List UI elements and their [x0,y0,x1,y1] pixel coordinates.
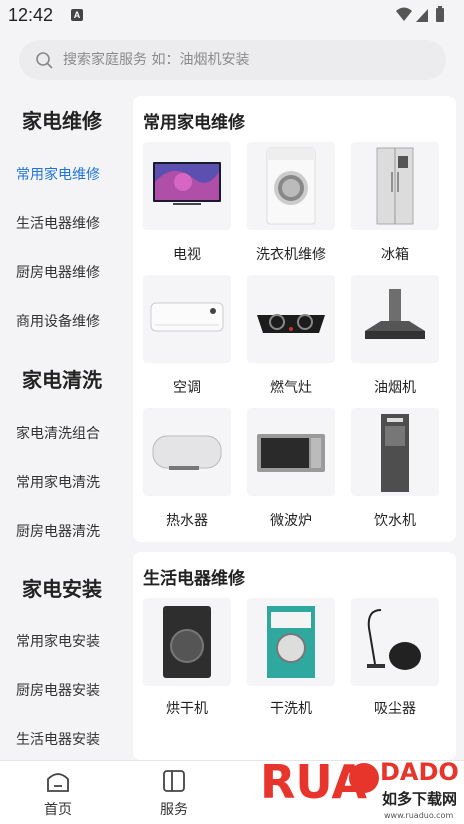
status-bar: 12:42 A [0,0,464,32]
sidebar-item-life-repair[interactable]: 生活电器维修 [16,213,100,233]
service-tile-dry-cleaner[interactable] [247,598,335,686]
search-input[interactable] [63,40,423,80]
service-tile-fridge[interactable] [351,142,439,230]
svg-text:DADO: DADO [380,758,458,786]
fridge-icon [376,147,414,225]
sidebar-group-title: 家电安装 [22,577,102,601]
sidebar-item-life-install[interactable]: 生活电器安装 [16,729,100,749]
svg-text:www.ruaduo.com: www.ruaduo.com [384,811,453,820]
sidebar-item-kitchen-install[interactable]: 厨房电器安装 [16,680,100,700]
category-sidebar: 家电维修 常用家电维修 生活电器维修 厨房电器维修 商用设备维修 家电清洗 家电… [0,90,124,760]
service-tile-ac[interactable] [143,275,231,363]
service-tile-tv[interactable] [143,142,231,230]
microwave-icon [257,434,325,472]
service-label: 热水器 [166,513,208,529]
service-tile-gas-stove[interactable] [247,275,335,363]
service-label: 燃气灶 [270,380,312,396]
section-common-repair: 常用家电维修 电视 洗衣机维修 冰箱 空调 燃气灶 油烟机 热水器 微波炉 饮水… [133,96,456,542]
watermark-logo: RUA DADO 如多下载网 www.ruaduo.com [260,755,458,820]
gas-stove-icon [257,314,325,333]
sidebar-item-commercial-repair[interactable]: 商用设备维修 [16,311,100,331]
service-tile-dryer[interactable] [143,598,231,686]
service-label: 烘干机 [166,701,208,717]
service-label: 空调 [173,380,201,396]
nav-label: 服务 [160,802,188,818]
range-hood-icon [365,289,425,339]
service-tile-washer[interactable] [247,142,335,230]
service-tile-microwave[interactable] [247,408,335,496]
service-label: 吸尘器 [374,701,416,717]
search-icon [36,52,53,69]
sidebar-item-common-clean[interactable]: 常用家电清洗 [16,472,100,492]
sidebar-group-title: 家电维修 [22,109,102,133]
water-heater-icon [152,435,222,470]
service-label: 饮水机 [374,513,416,529]
section-title: 常用家电维修 [143,113,245,133]
tv-icon [153,162,221,205]
search-bar[interactable] [19,40,446,80]
dryer-icon [163,606,211,678]
service-tile-water-dispenser[interactable] [351,408,439,496]
dry-cleaner-icon [267,606,315,678]
service-tile-water-heater[interactable] [143,408,231,496]
sidebar-group-title: 家电清洗 [22,368,102,392]
section-title: 生活电器维修 [143,569,245,589]
service-icon [163,770,185,792]
sidebar-item-kitchen-repair[interactable]: 厨房电器维修 [16,262,100,282]
service-label: 油烟机 [374,380,416,396]
nav-label: 首页 [44,802,72,818]
sidebar-item-clean-combo[interactable]: 家电清洗组合 [16,423,100,443]
air-conditioner-icon [150,302,224,332]
service-label: 微波炉 [270,513,312,529]
signal-battery-icon [396,6,444,22]
notification-icon: A [71,9,83,21]
nav-service[interactable]: 服务 [116,761,232,824]
section-life-repair: 生活电器维修 烘干机 干洗机 吸尘器 [133,552,456,760]
home-icon [47,773,69,792]
status-time: 12:42 [8,5,54,25]
nav-home[interactable]: 首页 [0,761,116,824]
service-tile-range-hood[interactable] [351,275,439,363]
water-dispenser-icon [381,414,409,492]
service-label: 冰箱 [381,247,409,263]
service-label: 电视 [173,247,201,263]
washing-machine-icon [266,147,316,225]
service-tile-vacuum[interactable] [351,598,439,686]
sidebar-item-common-repair[interactable]: 常用家电维修 [16,164,100,184]
vacuum-icon [367,609,421,670]
service-label: 干洗机 [270,701,312,717]
sidebar-item-kitchen-clean[interactable]: 厨房电器清洗 [16,521,100,541]
service-label: 洗衣机维修 [256,247,326,263]
svg-text:如多下载网: 如多下载网 [382,790,457,808]
sidebar-item-common-install[interactable]: 常用家电安装 [16,631,100,651]
